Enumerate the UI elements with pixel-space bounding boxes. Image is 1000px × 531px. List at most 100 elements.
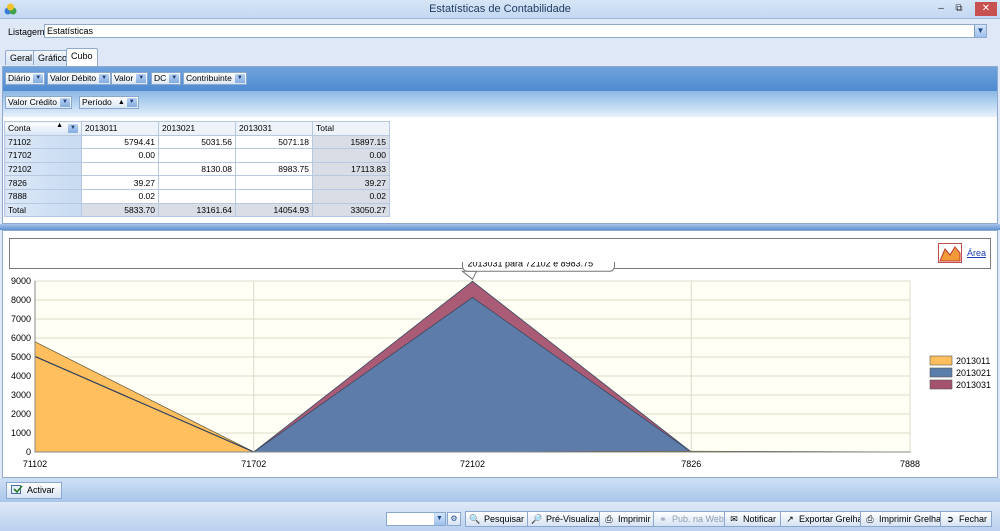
chevron-down-icon[interactable]: ▼: [169, 74, 180, 83]
activar-band: [0, 478, 1000, 502]
pre-visualizar-button[interactable]: 🔎 Pré-Visualizar: [527, 511, 607, 527]
sort-up-icon: ▲: [117, 99, 125, 106]
tab-cubo[interactable]: Cubo: [66, 48, 98, 66]
search-icon: 🔍: [469, 514, 481, 524]
row-header[interactable]: 72102: [4, 161, 82, 177]
pivot-panel: Diário ▼ Valor Débito ▼ Valor ▼ DC ▼ Contrib…: [2, 66, 998, 224]
imprimir-button[interactable]: ⎙ Imprimir: [599, 511, 656, 527]
grid-cell[interactable]: 0.00: [81, 148, 159, 163]
listagem-select[interactable]: Estatísticas ▼: [44, 24, 987, 38]
grid-cell[interactable]: 39.27: [81, 175, 159, 190]
grid-cell[interactable]: [81, 161, 159, 177]
grid-cell[interactable]: [158, 175, 236, 190]
chevron-down-icon[interactable]: ▼: [434, 513, 445, 525]
grid-cell[interactable]: [235, 148, 313, 163]
row-header[interactable]: 7888: [4, 188, 82, 204]
table-row: 7888 0.02 0.02: [4, 188, 390, 204]
y-tick-label: 2000: [11, 409, 31, 419]
notificar-button[interactable]: ✉ Notificar: [724, 511, 782, 527]
column-header[interactable]: Total: [312, 121, 390, 136]
field-contribuinte[interactable]: Contribuinte ▼: [183, 72, 247, 85]
row-header[interactable]: 71702: [4, 148, 82, 163]
field-valor[interactable]: Valor ▼: [111, 72, 149, 85]
legend-label: 2013011: [956, 356, 990, 366]
field-diario[interactable]: Diário ▼: [5, 72, 46, 85]
grid-header-row: Conta ▲ ▼ 2013011 2013021 2013031 Total: [4, 121, 390, 136]
field-valor-credito[interactable]: Valor Crédito ▼: [5, 96, 72, 109]
window-title: Estatísticas de Contabilidade: [429, 3, 571, 15]
y-tick-label: 7000: [11, 314, 31, 324]
grid-total-cell[interactable]: 33050.27: [312, 202, 390, 218]
sort-up-icon: ▲: [56, 122, 63, 129]
row-header[interactable]: 7826: [4, 175, 82, 190]
mail-icon: ✉: [730, 514, 738, 524]
legend-swatch: [929, 367, 953, 378]
y-tick-label: 5000: [11, 352, 31, 362]
restore-icon[interactable]: ⧉: [950, 2, 968, 16]
grid-total-cell[interactable]: 15897.15: [312, 134, 390, 150]
preview-icon: 🔎: [531, 514, 543, 524]
field-valor-debito[interactable]: Valor Débito ▼: [47, 72, 112, 85]
chevron-down-icon[interactable]: ▼: [126, 98, 137, 107]
field-dc[interactable]: DC ▼: [151, 72, 182, 85]
column-header[interactable]: 2013021: [158, 121, 236, 136]
imprimir-grelha-button[interactable]: ⎙ Imprimir Grelha: [860, 511, 947, 527]
field-periodo[interactable]: Período ▲ ▼: [79, 96, 139, 109]
grid-total-cell[interactable]: 5833.70: [81, 202, 159, 218]
fechar-button[interactable]: ➲ Fechar: [940, 511, 993, 527]
grid-cell[interactable]: 5031.56: [158, 134, 236, 150]
grid-cell[interactable]: 0.02: [81, 188, 159, 204]
grid-cell[interactable]: 8983.75: [235, 161, 313, 177]
grid-cell[interactable]: 5794.41: [81, 134, 159, 150]
chevron-down-icon[interactable]: ▼: [974, 25, 986, 37]
chevron-down-icon[interactable]: ▼: [33, 74, 44, 83]
grid-total-cell[interactable]: 13161.64: [158, 202, 236, 218]
grid-total-cell[interactable]: 0.00: [312, 148, 390, 163]
activar-button[interactable]: Activar: [6, 482, 62, 499]
table-row: 72102 8130.08 8983.75 17113.83: [4, 161, 390, 177]
grid-total-cell[interactable]: 14054.93: [235, 202, 313, 218]
close-icon[interactable]: ✕: [975, 2, 997, 16]
minimize-icon[interactable]: –: [932, 2, 950, 16]
row-header[interactable]: Total: [4, 202, 82, 218]
grid-cell[interactable]: [235, 188, 313, 204]
area-chart-icon[interactable]: [938, 243, 962, 263]
activate-icon: [11, 485, 23, 494]
chevron-down-icon[interactable]: ▼: [59, 98, 70, 107]
field-conta[interactable]: Conta ▲ ▼: [4, 121, 82, 136]
column-header[interactable]: 2013011: [81, 121, 159, 136]
legend-label: 2013021: [956, 368, 991, 378]
chart-type-link[interactable]: Área: [967, 248, 986, 258]
search-select[interactable]: ▼: [386, 512, 446, 526]
grid-cell[interactable]: [158, 188, 236, 204]
listagem-value: Estatísticas: [47, 26, 94, 36]
grid-cell[interactable]: 5071.18: [235, 134, 313, 150]
exportar-grelha-button[interactable]: ↗ Exportar Grelha: [780, 511, 868, 527]
y-tick-label: 6000: [11, 333, 31, 343]
grid-cell[interactable]: 8130.08: [158, 161, 236, 177]
grid-cell[interactable]: [158, 148, 236, 163]
table-row: 7826 39.27 39.27: [4, 175, 390, 190]
grid-total-cell[interactable]: 0.02: [312, 188, 390, 204]
pivot-grid: Conta ▲ ▼ 2013011 2013021 2013031 Total …: [4, 121, 390, 218]
grid-cell[interactable]: [235, 175, 313, 190]
x-tick-label: 71102: [23, 459, 47, 469]
row-header[interactable]: 71102: [4, 134, 82, 150]
chevron-down-icon[interactable]: ▼: [234, 74, 245, 83]
grid-total-cell[interactable]: 17113.83: [312, 161, 390, 177]
chevron-down-icon[interactable]: ▼: [68, 124, 78, 133]
pub-web-button[interactable]: ⚭ Pub. na Web: [653, 511, 729, 527]
area-chart: 0 1000 2000 3000 4000 5000 6000 7000 8000 9000 711…: [11, 262, 991, 469]
column-band: [3, 91, 997, 117]
grid-total-cell[interactable]: 39.27: [312, 175, 390, 190]
activar-label: Activar: [27, 485, 55, 495]
x-tick-label: 7888: [900, 459, 920, 469]
settings-icon[interactable]: ⚙: [447, 512, 461, 526]
table-total-row: Total 5833.70 13161.64 14054.93 33050.27: [4, 202, 390, 218]
y-tick-label: 3000: [11, 390, 31, 400]
chevron-down-icon[interactable]: ▼: [136, 74, 147, 83]
column-header[interactable]: 2013031: [235, 121, 313, 136]
y-tick-label: 9000: [11, 276, 31, 286]
pesquisar-button[interactable]: 🔍 Pesquisar: [465, 511, 530, 527]
chevron-down-icon[interactable]: ▼: [99, 74, 110, 83]
